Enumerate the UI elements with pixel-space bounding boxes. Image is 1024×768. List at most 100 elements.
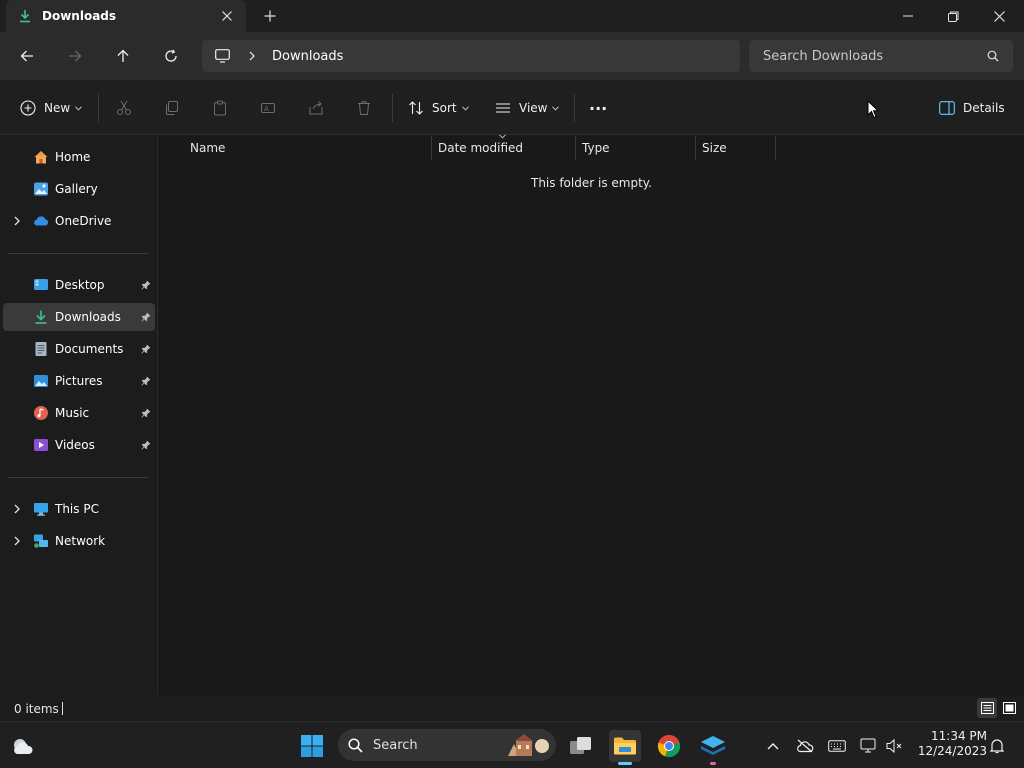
sidebar-item-pictures[interactable]: Pictures [3, 367, 155, 395]
taskbar-chrome[interactable] [653, 730, 685, 762]
notifications-button[interactable] [985, 730, 1009, 762]
minimize-button[interactable] [885, 0, 931, 32]
new-button[interactable]: New [20, 94, 83, 122]
chevron-right-icon[interactable] [12, 504, 22, 514]
search-input[interactable]: Search Downloads [763, 49, 987, 64]
tiles-view-button[interactable] [999, 698, 1019, 718]
plus-icon [264, 10, 276, 22]
more-options-button[interactable]: ··· [589, 94, 607, 122]
gallery-icon [34, 182, 48, 196]
column-divider[interactable] [695, 136, 696, 160]
chevron-right-icon[interactable] [12, 216, 22, 226]
sidebar-item-gallery[interactable]: Gallery [3, 175, 155, 203]
trash-icon [358, 101, 370, 115]
forward-button[interactable] [59, 40, 91, 72]
pin-icon[interactable] [141, 440, 151, 450]
clock[interactable]: 11:34 PM 12/24/2023 [913, 729, 987, 761]
taskbar-search[interactable]: Search [338, 729, 556, 761]
refresh-button[interactable] [155, 40, 187, 72]
file-list: Name Date modified Type Size This folder… [159, 100, 1024, 695]
status-separator [62, 702, 63, 715]
sidebar-item-label: Home [55, 150, 91, 164]
column-label: Size [702, 141, 727, 155]
item-count: 0 items [14, 702, 59, 716]
sidebar-item-network[interactable]: Network [3, 527, 155, 555]
sidebar-item-label: Pictures [55, 374, 103, 388]
cut-button[interactable] [116, 94, 132, 122]
folder-icon [614, 737, 636, 755]
sidebar-item-home[interactable]: Home [3, 143, 155, 171]
pin-icon[interactable] [141, 312, 151, 322]
task-view-icon [570, 737, 591, 754]
pin-icon[interactable] [141, 376, 151, 386]
sidebar-item-label: Gallery [55, 182, 98, 196]
sidebar-item-onedrive[interactable]: OneDrive [3, 207, 155, 235]
sidebar-item-downloads[interactable]: Downloads [3, 303, 155, 331]
back-button[interactable] [11, 40, 43, 72]
monitor-icon [215, 49, 230, 63]
taskbar-app[interactable] [697, 730, 729, 765]
sidebar-item-this-pc[interactable]: This PC [3, 495, 155, 523]
chevron-right-icon[interactable] [248, 51, 256, 61]
pin-icon[interactable] [141, 408, 151, 418]
details-view-button[interactable] [977, 698, 997, 718]
sort-indicator-icon [499, 134, 506, 139]
sidebar-item-music[interactable]: Music [3, 399, 155, 427]
volume-tray-button[interactable] [881, 730, 909, 762]
search-icon [987, 50, 999, 62]
sidebar-item-desktop[interactable]: Desktop [3, 271, 155, 299]
restore-button[interactable] [930, 0, 976, 32]
share-button[interactable] [308, 94, 324, 122]
sidebar-item-label: Documents [55, 342, 124, 356]
sidebar-item-documents[interactable]: Documents [3, 335, 155, 363]
close-tab-icon[interactable] [221, 10, 233, 22]
column-header-name[interactable]: Name [190, 136, 430, 160]
refresh-icon [165, 49, 177, 62]
copy-button[interactable] [164, 94, 180, 122]
cut-icon [117, 100, 131, 115]
show-hidden-icons-button[interactable] [759, 730, 787, 762]
rename-icon: A [261, 103, 275, 113]
breadcrumb-downloads[interactable]: Downloads [272, 49, 343, 64]
sort-button[interactable]: Sort [408, 94, 469, 122]
taskbar-file-explorer[interactable] [609, 730, 641, 765]
svg-text:A: A [264, 105, 269, 113]
pin-icon[interactable] [141, 344, 151, 354]
view-button[interactable]: View [495, 94, 560, 122]
new-tab-button[interactable] [256, 0, 284, 32]
delete-button[interactable] [356, 94, 372, 122]
sidebar-item-videos[interactable]: Videos [3, 431, 155, 459]
layered-app-icon [701, 736, 725, 755]
chevron-right-icon[interactable] [12, 536, 22, 546]
task-view-button[interactable] [565, 730, 597, 762]
column-header-type[interactable]: Type [582, 136, 694, 160]
network-tray-button[interactable] [855, 730, 883, 762]
onedrive-tray-button[interactable] [791, 730, 819, 762]
pin-icon[interactable] [141, 280, 151, 290]
chevron-down-icon [461, 105, 469, 111]
paste-button[interactable] [212, 94, 228, 122]
clock-date: 12/24/2023 [917, 744, 987, 758]
large-icons-view-icon [1002, 702, 1016, 714]
share-icon [309, 101, 323, 115]
search-box[interactable]: Search Downloads [749, 40, 1013, 72]
column-divider[interactable] [575, 136, 576, 160]
volume-muted-icon [886, 738, 902, 754]
up-button[interactable] [107, 40, 139, 72]
start-button[interactable] [296, 730, 328, 762]
column-divider[interactable] [775, 136, 776, 160]
column-divider[interactable] [431, 136, 432, 160]
details-button[interactable]: Details [939, 94, 1005, 122]
running-app-indicator [710, 762, 716, 765]
column-header-date-modified[interactable]: Date modified [438, 134, 574, 160]
column-header-size[interactable]: Size [702, 136, 774, 160]
music-icon [34, 406, 48, 420]
keyboard-tray-button[interactable] [823, 730, 851, 762]
close-button[interactable] [976, 0, 1022, 32]
rename-button[interactable]: A [260, 94, 276, 122]
weather-widget[interactable] [7, 730, 39, 762]
view-icon [496, 103, 510, 113]
taskbar: Search 11:34 PM 12/24/2023 [0, 721, 1024, 768]
address-bar[interactable]: Downloads [202, 40, 740, 72]
tab-downloads[interactable]: Downloads [6, 0, 246, 32]
